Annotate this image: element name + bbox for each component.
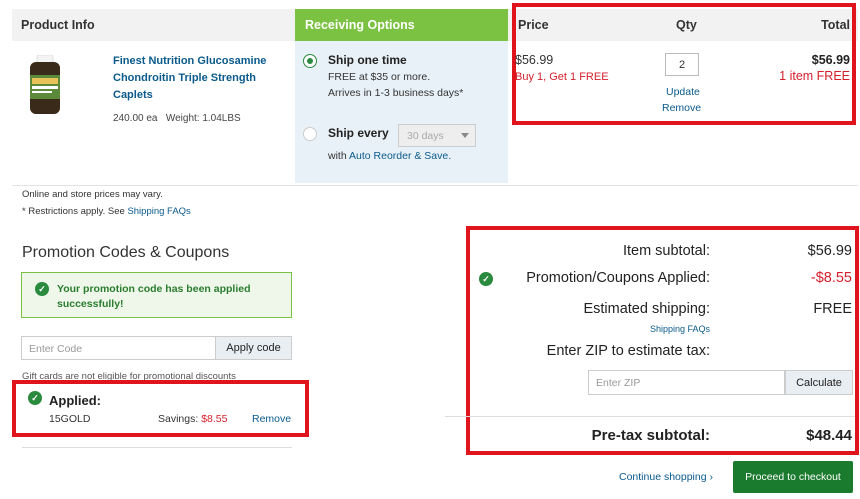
- savings-value: $8.55: [201, 413, 228, 425]
- restrictions-note: * Restrictions apply. See Shipping FAQs: [22, 206, 191, 217]
- product-name-line: Finest Nutrition Glucosamine: [113, 55, 267, 67]
- apply-code-button[interactable]: Apply code: [215, 336, 292, 360]
- receiving-options-header: Receiving Options: [295, 9, 508, 41]
- proceed-to-checkout-button[interactable]: Proceed to checkout: [733, 461, 853, 493]
- auto-reorder-prefix: with: [328, 150, 350, 162]
- zip-estimate-label: Enter ZIP to estimate tax:: [546, 343, 710, 359]
- chevron-down-icon: [461, 133, 469, 138]
- promo-success-line: Your promotion code has been applied: [57, 283, 251, 295]
- promo-success-line: successfully!: [57, 298, 124, 310]
- calculate-button[interactable]: Calculate: [785, 370, 853, 395]
- ship-every-radio[interactable]: [303, 127, 317, 141]
- ship-one-time-details: FREE at $35 or more. Arrives in 1-3 busi…: [328, 69, 463, 101]
- product-count: 240.00 ea: [113, 113, 158, 124]
- pretax-subtotal-value: $48.44: [806, 427, 852, 444]
- ship-one-time-label: Ship one time: [328, 53, 407, 67]
- ship-interval-value: 30 days: [407, 130, 444, 142]
- remove-item-link[interactable]: Remove: [662, 102, 701, 114]
- applied-label: Applied:: [49, 393, 101, 408]
- divider: [22, 447, 292, 448]
- promo-success-message: ✓ Your promotion code has been applied s…: [21, 272, 292, 318]
- quantity-input[interactable]: 2: [665, 53, 699, 76]
- promo-success-text: Your promotion code has been applied suc…: [57, 282, 251, 312]
- auto-reorder-link[interactable]: Auto Reorder & Save.: [349, 150, 451, 162]
- promo-code-input[interactable]: Enter Code: [21, 336, 216, 360]
- ship-one-time-line: FREE at $35 or more.: [328, 71, 431, 83]
- promo-applied-value: -$8.55: [810, 270, 852, 286]
- estimated-shipping-value: FREE: [813, 301, 852, 317]
- promo-applied-label: Promotion/Coupons Applied:: [526, 270, 710, 286]
- unit-price: $56.99: [515, 53, 554, 67]
- zip-input[interactable]: Enter ZIP: [588, 370, 785, 395]
- item-subtotal-label: Item subtotal:: [622, 243, 710, 259]
- update-quantity-link[interactable]: Update: [666, 86, 700, 98]
- shipping-faqs-link[interactable]: Shipping FAQs: [650, 324, 710, 334]
- auto-reorder-line: with Auto Reorder & Save.: [328, 148, 451, 164]
- bogo-promo-text: Buy 1, Get 1 FREE: [515, 71, 609, 83]
- ship-every-label: Ship every: [328, 126, 389, 140]
- product-info-heading: Product Info: [21, 18, 95, 32]
- pretax-subtotal-label: Pre-tax subtotal:: [591, 427, 710, 444]
- product-meta: 240.00 ea Weight: 1.04LBS: [113, 113, 241, 124]
- ship-one-time-line: Arrives in 1-3 business days*: [328, 87, 464, 99]
- product-name-link[interactable]: Finest Nutrition Glucosamine Chondroitin…: [113, 53, 278, 104]
- item-subtotal-value: $56.99: [807, 243, 852, 259]
- product-weight: Weight: 1.04LBS: [165, 113, 241, 124]
- shipping-faqs-link[interactable]: Shipping FAQs: [127, 206, 190, 217]
- restrictions-text: * Restrictions apply. See: [22, 206, 128, 217]
- divider: [12, 185, 858, 186]
- ship-interval-select[interactable]: 30 days: [398, 124, 476, 147]
- checkmark-icon: ✓: [35, 282, 49, 296]
- free-item-note: 1 item FREE: [779, 69, 850, 83]
- savings-label: Savings:: [158, 413, 202, 425]
- summary-highlight-box: [466, 226, 859, 455]
- divider: [445, 416, 855, 417]
- product-info-header: Product Info: [12, 9, 295, 41]
- applied-code: 15GOLD: [49, 413, 91, 425]
- product-image[interactable]: [26, 55, 64, 115]
- applied-highlight-box: [12, 380, 309, 437]
- continue-shopping-link[interactable]: Continue shopping ›: [619, 471, 713, 483]
- line-total: $56.99: [811, 53, 850, 67]
- estimated-shipping-label: Estimated shipping:: [583, 301, 710, 317]
- checkmark-icon: ✓: [479, 272, 493, 286]
- product-name-line: Caplets: [113, 89, 153, 101]
- promo-section-title: Promotion Codes & Coupons: [22, 244, 230, 261]
- prices-vary-note: Online and store prices may vary.: [22, 189, 163, 200]
- product-name-line: Chondroitin Triple Strength: [113, 72, 256, 84]
- checkmark-icon: ✓: [28, 391, 42, 405]
- ship-one-time-radio[interactable]: [303, 54, 317, 68]
- remove-promo-link[interactable]: Remove: [252, 413, 291, 425]
- receiving-options-heading: Receiving Options: [305, 18, 415, 32]
- applied-savings: Savings: $8.55: [158, 413, 227, 425]
